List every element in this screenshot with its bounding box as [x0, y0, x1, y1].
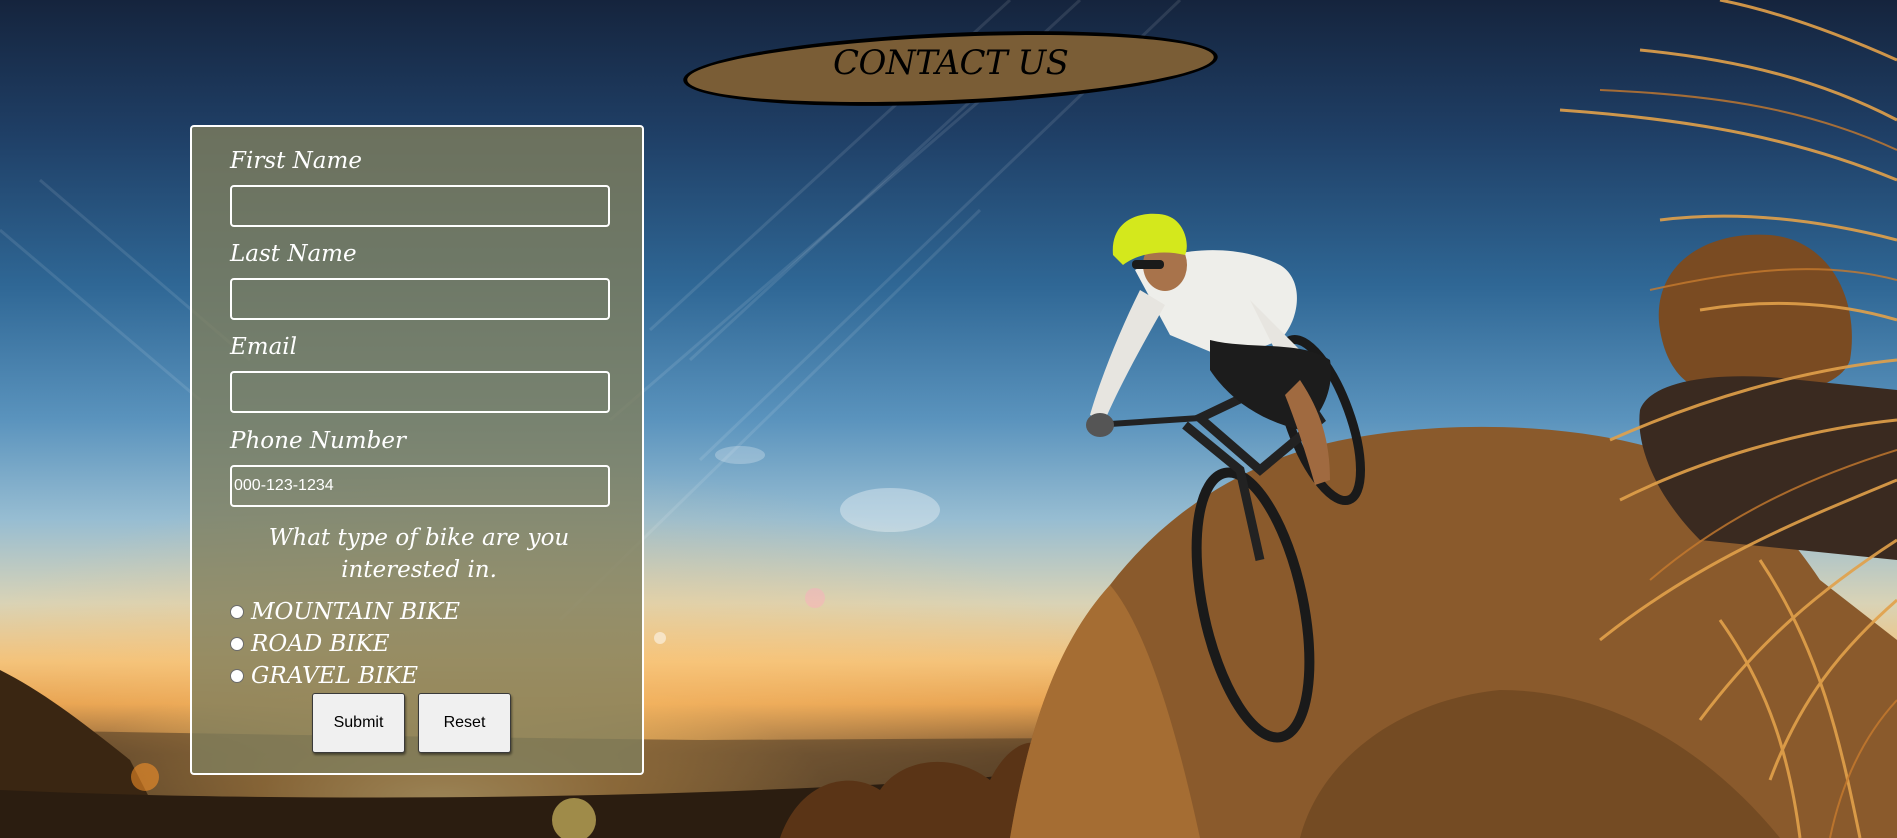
- contact-form: First Name Last Name Email Phone Number …: [190, 125, 644, 775]
- glove: [1086, 413, 1114, 437]
- radio-button-icon[interactable]: [230, 669, 244, 683]
- rider-arm: [1090, 290, 1165, 420]
- radio-option-mountain-bike[interactable]: MOUNTAIN BIKE: [230, 597, 460, 627]
- cloud: [840, 488, 940, 532]
- radio-label: GRAVEL BIKE: [251, 663, 419, 689]
- email-field[interactable]: [230, 371, 610, 413]
- submit-button[interactable]: Submit: [312, 693, 405, 753]
- phone-label: Phone Number: [230, 428, 406, 454]
- page-title: CONTACT US: [832, 42, 1069, 83]
- radio-button-icon[interactable]: [230, 605, 244, 619]
- last-name-field[interactable]: [230, 278, 610, 320]
- last-name-label: Last Name: [230, 241, 357, 267]
- lens-flare: [805, 588, 825, 608]
- first-name-label: First Name: [230, 148, 362, 174]
- lens-flare: [654, 632, 666, 644]
- radio-label: MOUNTAIN BIKE: [251, 599, 461, 625]
- first-name-field[interactable]: [230, 185, 610, 227]
- cloud: [715, 446, 765, 464]
- bike-type-question: What type of bike are you interested in.: [268, 525, 570, 583]
- radio-button-icon[interactable]: [230, 637, 244, 651]
- radio-option-road-bike[interactable]: ROAD BIKE: [230, 629, 390, 659]
- reset-button[interactable]: Reset: [418, 693, 511, 753]
- radio-label: ROAD BIKE: [251, 631, 390, 657]
- radio-option-gravel-bike[interactable]: GRAVEL BIKE: [230, 661, 418, 691]
- lens-flare: [131, 763, 159, 791]
- email-label: Email: [230, 334, 298, 360]
- phone-field[interactable]: [230, 465, 610, 507]
- sunglasses: [1132, 260, 1164, 269]
